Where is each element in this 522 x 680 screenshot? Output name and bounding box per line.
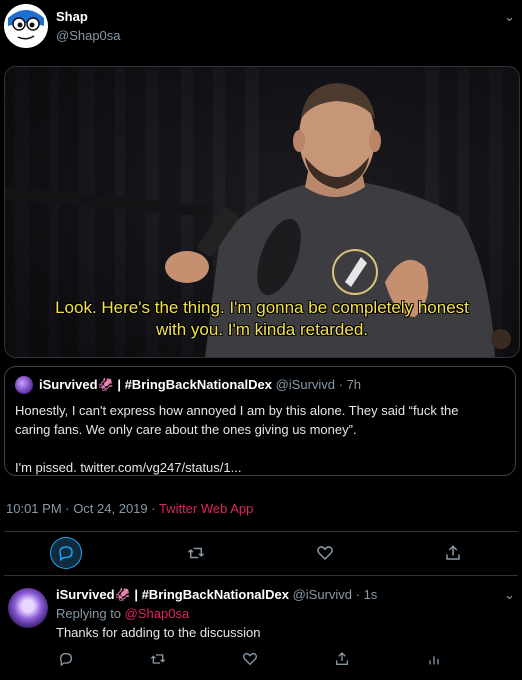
quoted-tweet-text: Honestly, I can't express how annoyed I … <box>15 401 505 477</box>
replying-to-line: Replying to @Shap0sa <box>56 606 189 621</box>
reply-like-button[interactable] <box>234 643 266 675</box>
divider <box>4 575 518 576</box>
quoted-author-handle-time: @iSurvivd · 7h <box>275 377 362 392</box>
quoted-author-line[interactable]: iSurvived🦑 | #BringBackNationalDex @iSur… <box>39 377 361 393</box>
reply-text: Thanks for adding to the discussion <box>56 625 261 640</box>
share-button[interactable] <box>437 537 469 569</box>
reply-author-name: iSurvived🦑 | #BringBackNationalDex <box>56 587 289 602</box>
replying-to-mention[interactable]: @Shap0sa <box>125 606 190 621</box>
quoted-author-avatar[interactable] <box>15 376 33 394</box>
quoted-author-name: iSurvived🦑 | #BringBackNationalDex <box>39 377 272 392</box>
quoted-text-line-3: I'm pissed. twitter.com/vg247/status/1..… <box>15 460 242 475</box>
tweet-media-image[interactable]: Look. Here's the thing. I'm gonna be com… <box>4 66 520 358</box>
quoted-tweet-card[interactable]: iSurvived🦑 | #BringBackNationalDex @iSur… <box>4 366 516 476</box>
reply-author-handle-time: @iSurvivd · 1s <box>292 587 378 602</box>
retweet-icon <box>150 654 166 664</box>
tweet-metadata: 10:01 PM · Oct 24, 2019 · Twitter Web Ap… <box>6 501 253 516</box>
reply-analytics-button[interactable] <box>418 643 450 675</box>
quoted-text-line-2: caring fans. We only care about the ones… <box>15 422 357 437</box>
replying-to-prefix: Replying to <box>56 606 125 621</box>
reply-button[interactable] <box>50 537 82 569</box>
like-button[interactable] <box>309 537 341 569</box>
heart-icon <box>243 652 257 666</box>
video-caption-line-1: Look. Here's the thing. I'm gonna be com… <box>55 298 469 317</box>
reply-icon <box>59 652 73 667</box>
retweet-icon <box>187 547 205 559</box>
quoted-text-line-1: Honestly, I can't express how annoyed I … <box>15 403 459 418</box>
tweet-timestamp[interactable]: 10:01 PM · Oct 24, 2019 · <box>6 501 159 516</box>
tweet-source-app[interactable]: Twitter Web App <box>159 501 253 516</box>
reply-icon <box>59 546 73 562</box>
tweet-menu-chevron-down-icon[interactable]: ⌄ <box>504 9 515 25</box>
video-caption-line-2: with you. I'm kinda retarded. <box>155 320 369 339</box>
reply-reply-button[interactable] <box>50 643 82 675</box>
author-handle[interactable]: @Shap0sa <box>56 28 121 43</box>
analytics-icon <box>429 656 439 665</box>
share-icon <box>446 545 460 560</box>
reply-retweet-button[interactable] <box>142 643 174 675</box>
author-name[interactable]: Shap <box>56 9 88 24</box>
share-icon <box>336 652 348 665</box>
retweet-button[interactable] <box>180 537 212 569</box>
heart-icon <box>317 546 333 561</box>
reply-menu-chevron-down-icon[interactable]: ⌄ <box>504 587 515 603</box>
reply-share-button[interactable] <box>326 643 358 675</box>
author-avatar[interactable] <box>4 4 48 48</box>
divider <box>4 531 518 532</box>
reply-author-avatar[interactable] <box>8 588 48 628</box>
reply-author-line[interactable]: iSurvived🦑 | #BringBackNationalDex @iSur… <box>56 587 377 603</box>
